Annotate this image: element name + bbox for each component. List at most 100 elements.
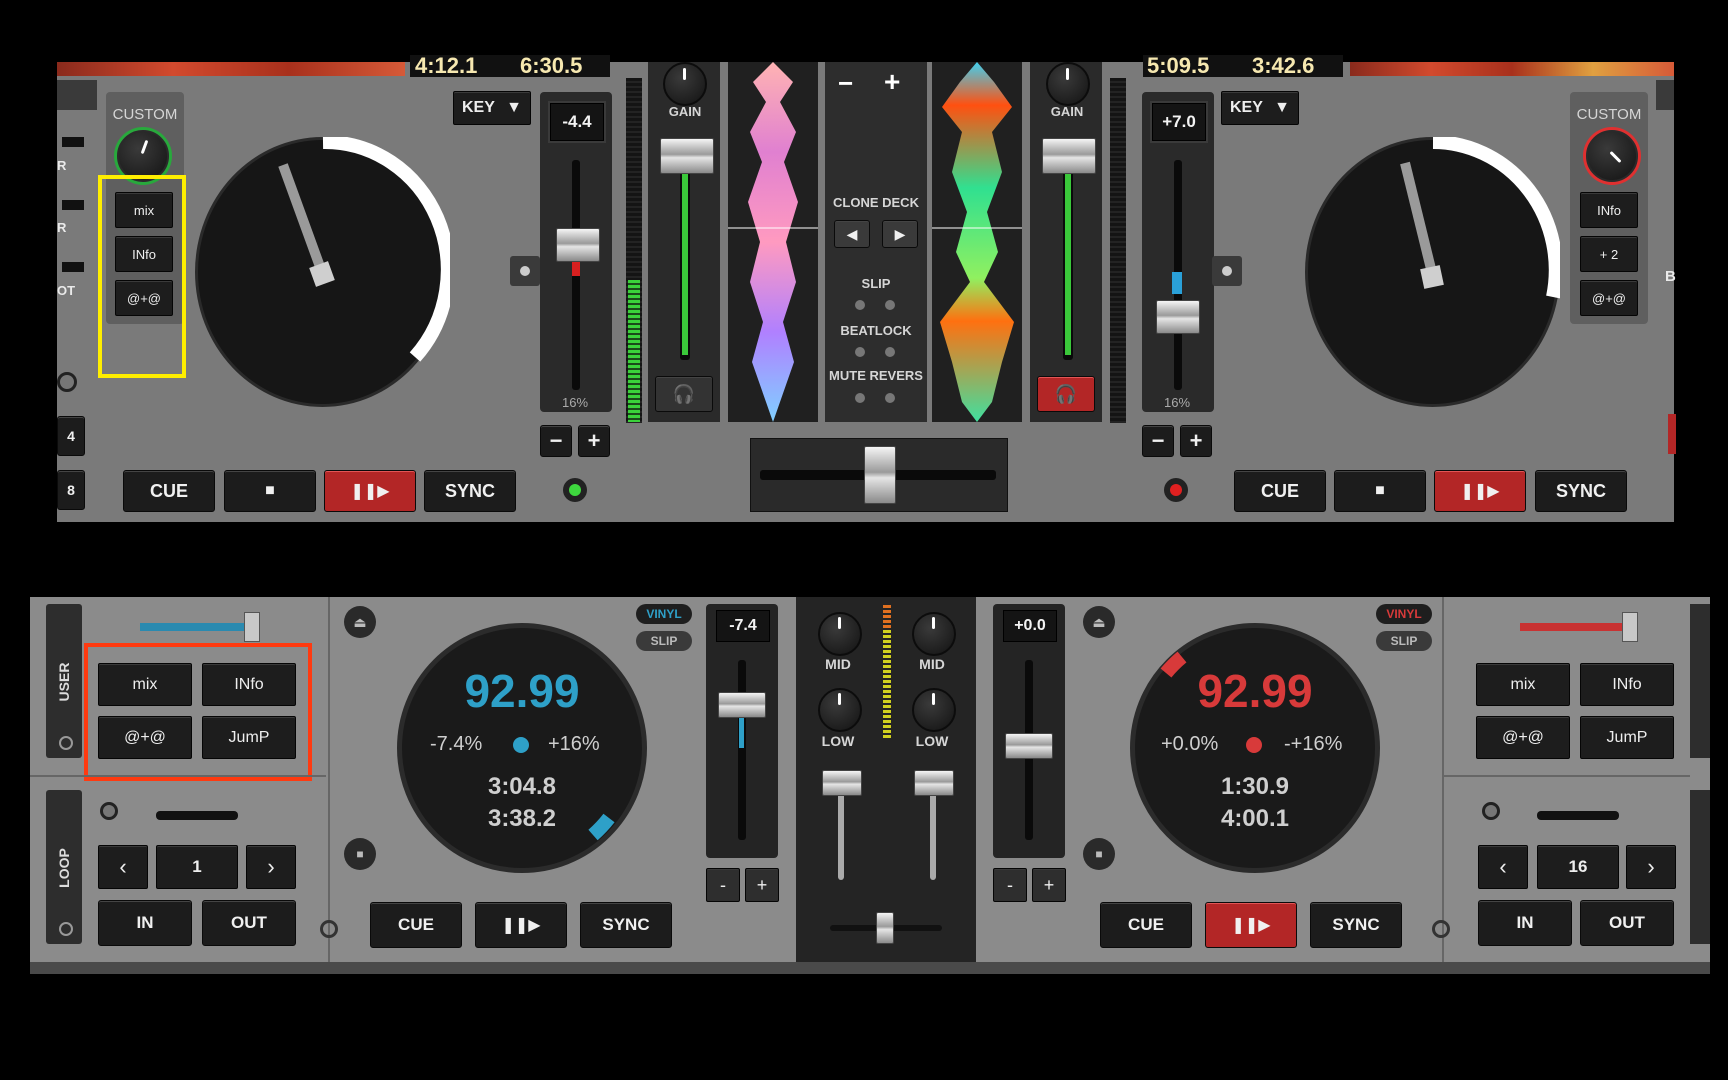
right-user-jump-button[interactable]: JumP: [1580, 716, 1674, 759]
right-pitch-reset-button[interactable]: [1212, 256, 1242, 286]
right-stop-square-button[interactable]: ■: [1083, 838, 1115, 870]
bottom-crossfader-cap[interactable]: [876, 912, 894, 944]
right-user-mix-button[interactable]: mix: [1476, 663, 1570, 706]
right-user-slider-track[interactable]: [1520, 623, 1630, 631]
left-stop-square-button[interactable]: ■: [344, 838, 376, 870]
left-volume-fader-cap[interactable]: [660, 138, 714, 174]
bottom-left-cue-button[interactable]: CUE: [370, 902, 462, 948]
beatlock-led-right[interactable]: [885, 347, 895, 357]
loop-tab[interactable]: LOOP: [46, 790, 82, 944]
right-loop-tab-edge[interactable]: [1690, 790, 1710, 944]
slip-led-right[interactable]: [885, 300, 895, 310]
right-user-at-button[interactable]: @+@: [1476, 716, 1570, 759]
left-gain-knob[interactable]: [663, 62, 707, 106]
left-pitch-reset-button[interactable]: [510, 256, 540, 286]
left-jog-wheel[interactable]: [195, 137, 450, 407]
right-bottom-pitch-cap[interactable]: [1005, 733, 1053, 759]
bottom-left-play-pause-button[interactable]: ❚❚▶: [475, 902, 567, 948]
left-pitch-minus-button[interactable]: −: [540, 425, 572, 457]
left-cue-button[interactable]: CUE: [123, 470, 215, 512]
left-eject-button[interactable]: ⏏: [344, 606, 376, 638]
left-edge-bar-2[interactable]: [62, 200, 84, 210]
bottom-left-sync-button[interactable]: SYNC: [580, 902, 672, 948]
left-bottom-pitch-plus[interactable]: +: [745, 868, 779, 902]
left-bottom-pitch-track[interactable]: [738, 660, 746, 840]
right-stop-button[interactable]: ■: [1334, 470, 1426, 512]
right-headphone-button[interactable]: 🎧: [1037, 376, 1095, 412]
right-volume-fader-cap[interactable]: [1042, 138, 1096, 174]
left-bottom-pitch-cap[interactable]: [718, 692, 766, 718]
left-low-knob[interactable]: [818, 688, 862, 732]
right-bottom-pitch-plus[interactable]: +: [1032, 868, 1066, 902]
right-loop-bar[interactable]: [1537, 811, 1619, 820]
left-loop-next-button[interactable]: ›: [246, 845, 296, 889]
slip-led-left[interactable]: [855, 300, 865, 310]
left-key-button[interactable]: KEY ▼: [453, 91, 531, 125]
right-pitch-fader-cap[interactable]: [1156, 300, 1200, 334]
left-channel-fader-cap[interactable]: [822, 770, 862, 796]
right-slip-badge[interactable]: SLIP: [1376, 631, 1432, 651]
right-eject-button[interactable]: ⏏: [1083, 606, 1115, 638]
right-loop-out-button[interactable]: OUT: [1580, 900, 1674, 946]
left-pitch-plus-button[interactable]: +: [578, 425, 610, 457]
left-loop-value[interactable]: 1: [156, 845, 238, 889]
right-cue-button[interactable]: CUE: [1234, 470, 1326, 512]
right-loop-prev-button[interactable]: ‹: [1478, 845, 1528, 889]
right-scrolling-waveform[interactable]: [932, 62, 1022, 422]
right-custom-info-button[interactable]: INfo: [1580, 192, 1638, 228]
right-key-button[interactable]: KEY ▼: [1221, 91, 1299, 125]
left-headphone-button[interactable]: 🎧: [655, 376, 713, 412]
mute-led-left[interactable]: [855, 393, 865, 403]
left-pitch-fader-cap[interactable]: [556, 228, 600, 262]
bottom-right-cue-button[interactable]: CUE: [1100, 902, 1192, 948]
right-channel-fader-cap[interactable]: [914, 770, 954, 796]
right-pitch-minus-button[interactable]: −: [1142, 425, 1174, 457]
left-stop-button[interactable]: ■: [224, 470, 316, 512]
left-edge-bar-1[interactable]: [62, 137, 84, 147]
right-bottom-pitch-minus[interactable]: -: [993, 868, 1027, 902]
right-jog-wheel[interactable]: [1305, 137, 1560, 407]
right-low-knob[interactable]: [912, 688, 956, 732]
top-crossfader-cap[interactable]: [864, 446, 896, 504]
clone-left-button[interactable]: ◀: [834, 220, 870, 248]
right-gain-knob[interactable]: [1046, 62, 1090, 106]
right-play-pause-button[interactable]: ❚❚▶: [1434, 470, 1526, 512]
right-loop-next-button[interactable]: ›: [1626, 845, 1676, 889]
right-custom-at-button[interactable]: @+@: [1580, 280, 1638, 316]
right-user-info-button[interactable]: INfo: [1580, 663, 1674, 706]
right-loop-value[interactable]: 16: [1537, 845, 1619, 889]
right-user-tab-edge[interactable]: [1690, 604, 1710, 758]
right-loop-led[interactable]: [1482, 802, 1500, 820]
left-user-slider-track[interactable]: [140, 623, 255, 631]
bottom-right-sync-button[interactable]: SYNC: [1310, 902, 1402, 948]
bottom-right-play-pause-button[interactable]: ❚❚▶: [1205, 902, 1297, 948]
right-sync-button[interactable]: SYNC: [1535, 470, 1627, 512]
left-user-slider-handle[interactable]: [244, 612, 260, 642]
right-custom-knob[interactable]: [1586, 130, 1638, 182]
left-edge-led[interactable]: [57, 372, 77, 392]
user-tab[interactable]: USER: [46, 604, 82, 758]
right-mid-knob[interactable]: [912, 612, 956, 656]
left-settings-icon[interactable]: [320, 920, 338, 938]
right-overview-waveform[interactable]: [1350, 62, 1674, 76]
left-edge-button-8[interactable]: 8: [57, 470, 85, 510]
left-loop-out-button[interactable]: OUT: [202, 900, 296, 946]
left-edge-bar-3[interactable]: [62, 262, 84, 272]
right-custom-plus2-button[interactable]: + 2: [1580, 236, 1638, 272]
zoom-minus-button[interactable]: −: [838, 68, 853, 99]
left-overview-waveform[interactable]: [57, 62, 405, 76]
left-loop-led[interactable]: [100, 802, 118, 820]
right-vinyl-badge[interactable]: VINYL: [1376, 604, 1432, 624]
left-mid-knob[interactable]: [818, 612, 862, 656]
right-user-slider-handle[interactable]: [1622, 612, 1638, 642]
clone-right-button[interactable]: ▶: [882, 220, 918, 248]
left-scrolling-waveform[interactable]: [728, 62, 818, 422]
left-edge-button-4[interactable]: 4: [57, 416, 85, 456]
right-pitch-plus-button[interactable]: +: [1180, 425, 1212, 457]
right-loop-in-button[interactable]: IN: [1478, 900, 1572, 946]
left-play-pause-button[interactable]: ❚❚▶: [324, 470, 416, 512]
mute-led-right[interactable]: [885, 393, 895, 403]
left-vinyl-badge[interactable]: VINYL: [636, 604, 692, 624]
beatlock-led-left[interactable]: [855, 347, 865, 357]
left-bottom-pitch-minus[interactable]: -: [706, 868, 740, 902]
